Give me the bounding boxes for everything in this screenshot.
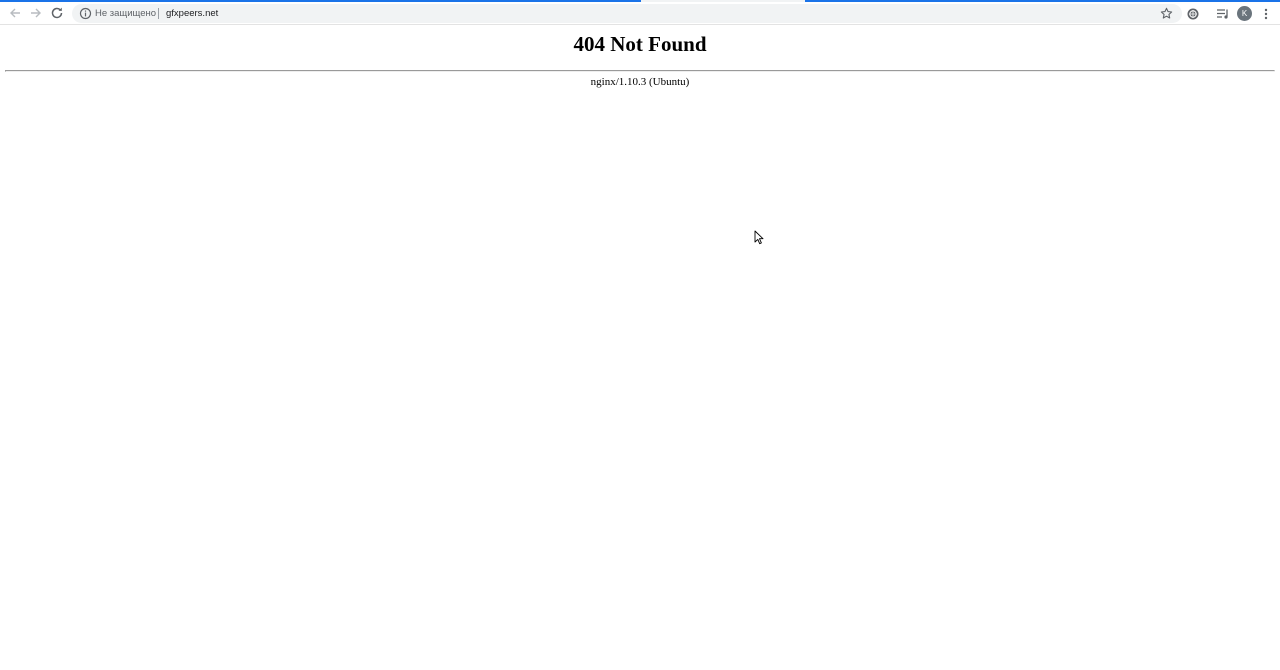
star-icon[interactable] bbox=[1160, 7, 1173, 20]
profile-avatar[interactable]: K bbox=[1237, 6, 1252, 21]
forward-button[interactable] bbox=[28, 5, 44, 21]
info-icon[interactable] bbox=[79, 7, 92, 20]
extension-icon[interactable] bbox=[1186, 7, 1200, 21]
browser-toolbar: Не защищено gfxpeers.net K bbox=[0, 2, 1280, 25]
mouse-pointer-icon bbox=[754, 230, 764, 245]
media-control-icon[interactable] bbox=[1216, 7, 1230, 21]
reload-icon bbox=[51, 7, 63, 19]
back-button[interactable] bbox=[7, 5, 23, 21]
forward-arrow-icon bbox=[31, 8, 41, 18]
security-status-label[interactable]: Не защищено bbox=[95, 7, 156, 20]
back-arrow-icon bbox=[10, 8, 20, 18]
omnibox-separator bbox=[158, 8, 159, 19]
horizontal-rule bbox=[5, 70, 1275, 72]
reload-button[interactable] bbox=[49, 5, 65, 21]
url-text[interactable]: gfxpeers.net bbox=[166, 7, 218, 20]
address-bar[interactable]: Не защищено gfxpeers.net bbox=[72, 4, 1182, 23]
page-title: 404 Not Found bbox=[573, 32, 707, 56]
three-dots-menu-icon[interactable] bbox=[1262, 7, 1270, 21]
server-signature: nginx/1.10.3 (Ubuntu) bbox=[590, 76, 690, 88]
